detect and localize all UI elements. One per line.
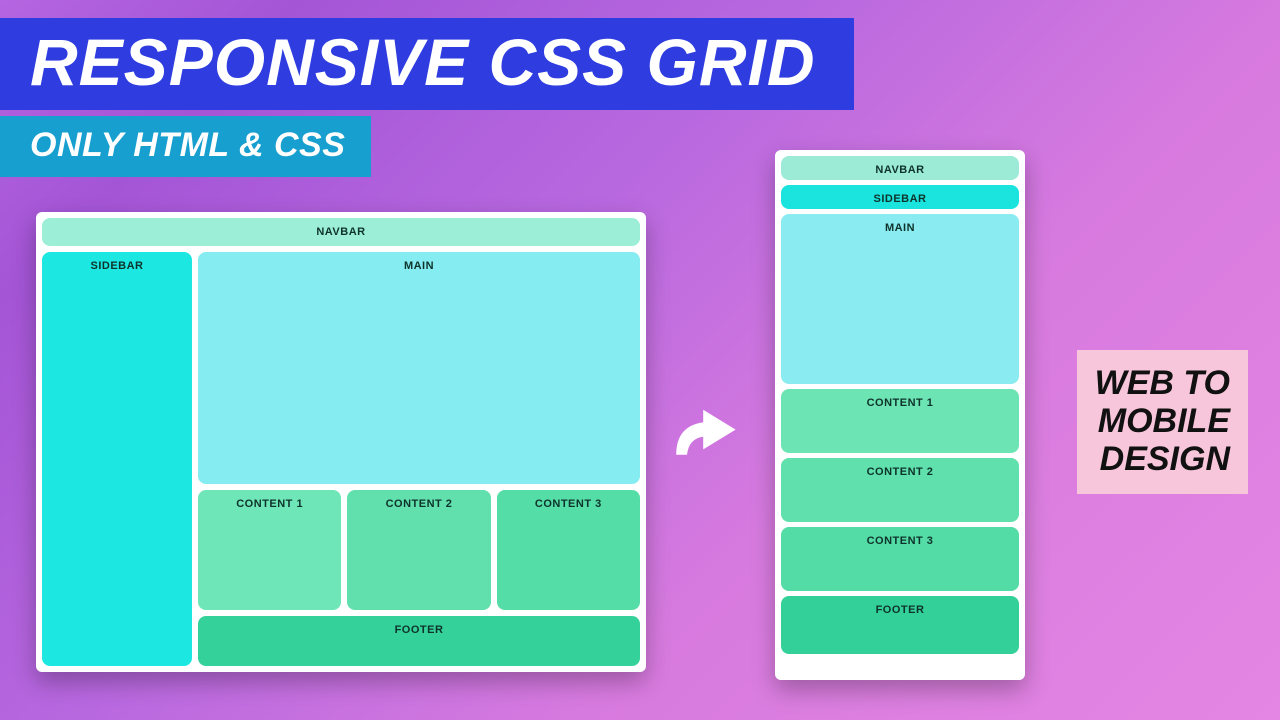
mobile-content-2: CONTENT 2 xyxy=(781,458,1019,522)
thumbnail-stage: RESPONSIVE CSS GRID ONLY HTML & CSS NAVB… xyxy=(0,0,1280,720)
desktop-content-1: CONTENT 1 xyxy=(198,490,341,610)
mobile-grid: NAVBAR SIDEBAR MAIN CONTENT 1 CONTENT 2 … xyxy=(781,156,1019,674)
desktop-content-2: CONTENT 2 xyxy=(347,490,490,610)
mobile-sidebar: SIDEBAR xyxy=(781,185,1019,209)
arrow-icon xyxy=(660,390,750,480)
mobile-content-3: CONTENT 3 xyxy=(781,527,1019,591)
aside-caption: WEB TO MOBILE DESIGN xyxy=(1077,350,1248,494)
desktop-main: MAIN xyxy=(198,252,640,484)
desktop-footer: FOOTER xyxy=(198,616,640,666)
mobile-content-1: CONTENT 1 xyxy=(781,389,1019,453)
desktop-navbar: NAVBAR xyxy=(42,218,640,246)
aside-line-1: WEB TO xyxy=(1095,364,1230,402)
subtitle: ONLY HTML & CSS xyxy=(0,116,371,177)
desktop-grid: NAVBAR SIDEBAR MAIN CONTENT 1 CONTENT 2 … xyxy=(42,218,640,666)
mobile-footer: FOOTER xyxy=(781,596,1019,654)
mobile-layout-panel: NAVBAR SIDEBAR MAIN CONTENT 1 CONTENT 2 … xyxy=(775,150,1025,680)
aside-line-3: DESIGN xyxy=(1095,440,1230,478)
mobile-main: MAIN xyxy=(781,214,1019,384)
aside-line-2: MOBILE xyxy=(1095,402,1230,440)
desktop-sidebar: SIDEBAR xyxy=(42,252,192,666)
main-title: RESPONSIVE CSS GRID xyxy=(0,18,854,110)
desktop-content-3: CONTENT 3 xyxy=(497,490,640,610)
desktop-layout-panel: NAVBAR SIDEBAR MAIN CONTENT 1 CONTENT 2 … xyxy=(36,212,646,672)
mobile-navbar: NAVBAR xyxy=(781,156,1019,180)
